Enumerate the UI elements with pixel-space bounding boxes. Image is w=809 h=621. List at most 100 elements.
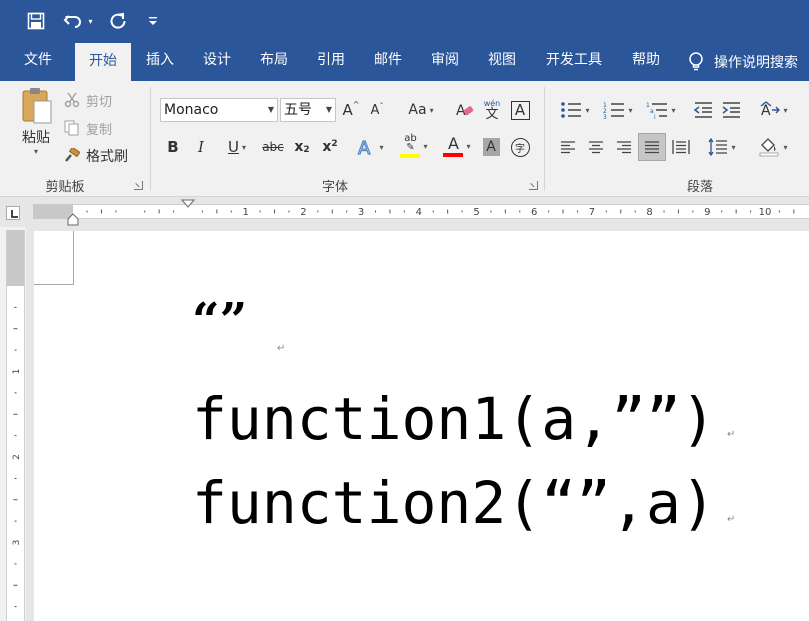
multilevel-list-button[interactable]: 1ai ▾ [641,98,681,122]
svg-text:3: 3 [603,114,607,119]
undo-dropdown-icon[interactable]: ▾ [88,17,92,26]
tab-home[interactable]: 开始 [75,43,131,81]
clipboard-group-label: 剪贴板 [45,180,85,195]
ruler-ticks: 1 2 3 4 5 6 7 8 9 10 [67,199,795,226]
phonetic-guide-button[interactable]: wén 文 [481,96,503,124]
text-effects-button[interactable]: A ▾ [352,133,388,161]
align-center-icon[interactable] [585,135,607,159]
paragraph-mark: ↵ [727,514,736,525]
clipboard-launcher-icon[interactable] [134,181,143,190]
clear-formatting-icon[interactable]: A [454,98,476,122]
change-case-label: Aa [408,102,427,118]
tab-layout[interactable]: 布局 [252,42,296,81]
left-indent-marker[interactable] [67,213,79,226]
line-spacing-icon [708,138,728,156]
horizontal-ruler[interactable]: 1 2 3 4 5 6 7 8 9 10 [0,197,809,227]
strikethrough-button[interactable]: abc [259,135,287,159]
bold-button[interactable]: B [163,135,183,159]
chevron-down-icon: ▾ [466,141,471,151]
highlight-button[interactable]: ab ✎ ▾ [394,131,434,161]
format-painter-button[interactable]: 格式刷 [64,145,128,167]
grow-font-icon[interactable]: A ^ [341,98,361,122]
align-left-icon[interactable] [557,135,579,159]
distributed-align-icon[interactable] [669,135,693,159]
tell-me-label: 操作说明搜索 [714,54,798,71]
align-right-icon[interactable] [613,135,635,159]
tab-design[interactable]: 设计 [195,42,239,81]
superscript-digit: 2 [331,139,338,149]
first-line-indent-marker[interactable] [180,199,196,208]
cut-button[interactable]: 剪切 [64,89,112,111]
format-painter-label: 格式刷 [86,149,128,165]
ruler-number: 2 [300,207,306,218]
customize-quick-access-icon[interactable] [144,9,162,33]
document-line-3[interactable]: function2(“”,a) [192,470,716,536]
line-spacing-button[interactable]: ▾ [703,135,741,159]
italic-button[interactable]: I [191,135,211,159]
text-effects-icon: A [358,137,372,158]
shrink-font-icon[interactable]: Aˇ [367,98,387,122]
multilevel-list-icon: 1ai [646,102,668,119]
cut-label: 剪切 [86,94,113,110]
tab-developer[interactable]: 开发工具 [537,42,611,81]
save-icon[interactable] [24,9,48,33]
paragraph-mark: ↵ [727,429,736,440]
enclose-characters-button[interactable]: 字 [509,135,531,159]
font-name-value: Monaco [164,102,219,118]
chevron-down-icon: ▼ [325,105,332,114]
decrease-indent-icon[interactable] [691,98,715,122]
format-painter-icon [65,148,80,162]
document-line-2[interactable]: function1(a,””) [192,386,716,452]
chevron-down-icon: ▾ [423,141,428,151]
font-launcher-icon[interactable] [529,181,538,190]
subscript-button[interactable]: x2 [291,135,313,159]
tab-help[interactable]: 帮助 [624,42,668,81]
character-shading-button[interactable]: A [481,135,501,159]
chevron-down-icon: ▼ [267,105,274,114]
font-color-button[interactable]: A ▾ [437,131,477,161]
bullets-icon [561,102,582,118]
undo-icon[interactable]: ▾ [60,9,96,33]
character-border-button[interactable]: A [509,98,531,122]
copy-button[interactable]: 复制 [64,117,112,139]
crop-mark [34,231,74,285]
underline-button[interactable]: U ▾ [219,135,255,159]
redo-icon[interactable] [106,9,130,33]
ruler-number: 8 [646,207,652,218]
paint-bucket-icon [760,138,779,157]
tab-view[interactable]: 视图 [480,42,524,81]
chevron-down-icon: ▾ [783,105,788,115]
paste-dropdown-icon[interactable]: ▾ [34,147,38,156]
paste-button[interactable]: 粘贴 ▾ [14,87,58,169]
document-line-1[interactable]: “” [192,288,247,354]
vertical-ruler[interactable]: 1 2 3 [6,230,25,621]
increase-indent-icon[interactable] [719,98,743,122]
tab-mailings[interactable]: 邮件 [366,42,410,81]
superscript-button[interactable]: x2 [319,135,341,159]
tab-references[interactable]: 引用 [309,42,353,81]
vruler-number: 2 [12,454,22,460]
change-case-button[interactable]: Aa ▾ [402,98,440,122]
ruler-number: 9 [704,207,710,218]
character-shading-label: A [482,138,500,156]
enclose-characters-label: 字 [510,137,530,157]
highlighter-pen-icon: ✎ [406,142,415,153]
shading-button[interactable]: ▾ [753,135,793,159]
title-bar: ▾ [0,0,809,42]
tab-insert[interactable]: 插入 [138,42,182,81]
scissors-icon [64,92,80,108]
chevron-down-icon: ▾ [783,142,788,152]
justify-icon[interactable] [638,133,666,161]
font-size-select[interactable]: 五号 ▼ [280,98,336,122]
bullets-button[interactable]: ▾ [555,98,595,122]
lightbulb-icon [689,51,703,70]
tab-review[interactable]: 审阅 [423,42,467,81]
tell-me-search[interactable]: 操作说明搜索 [688,42,798,81]
numbering-button[interactable]: 123 ▾ [598,98,638,122]
chinese-layout-button[interactable]: A ▾ [755,98,793,122]
underline-label: U [228,138,239,156]
chevron-down-icon: ▾ [731,142,736,152]
chinese-layout-icon: A [761,101,781,119]
tab-file[interactable]: 文件 [10,42,66,81]
font-name-select[interactable]: Monaco ▼ [160,98,278,122]
